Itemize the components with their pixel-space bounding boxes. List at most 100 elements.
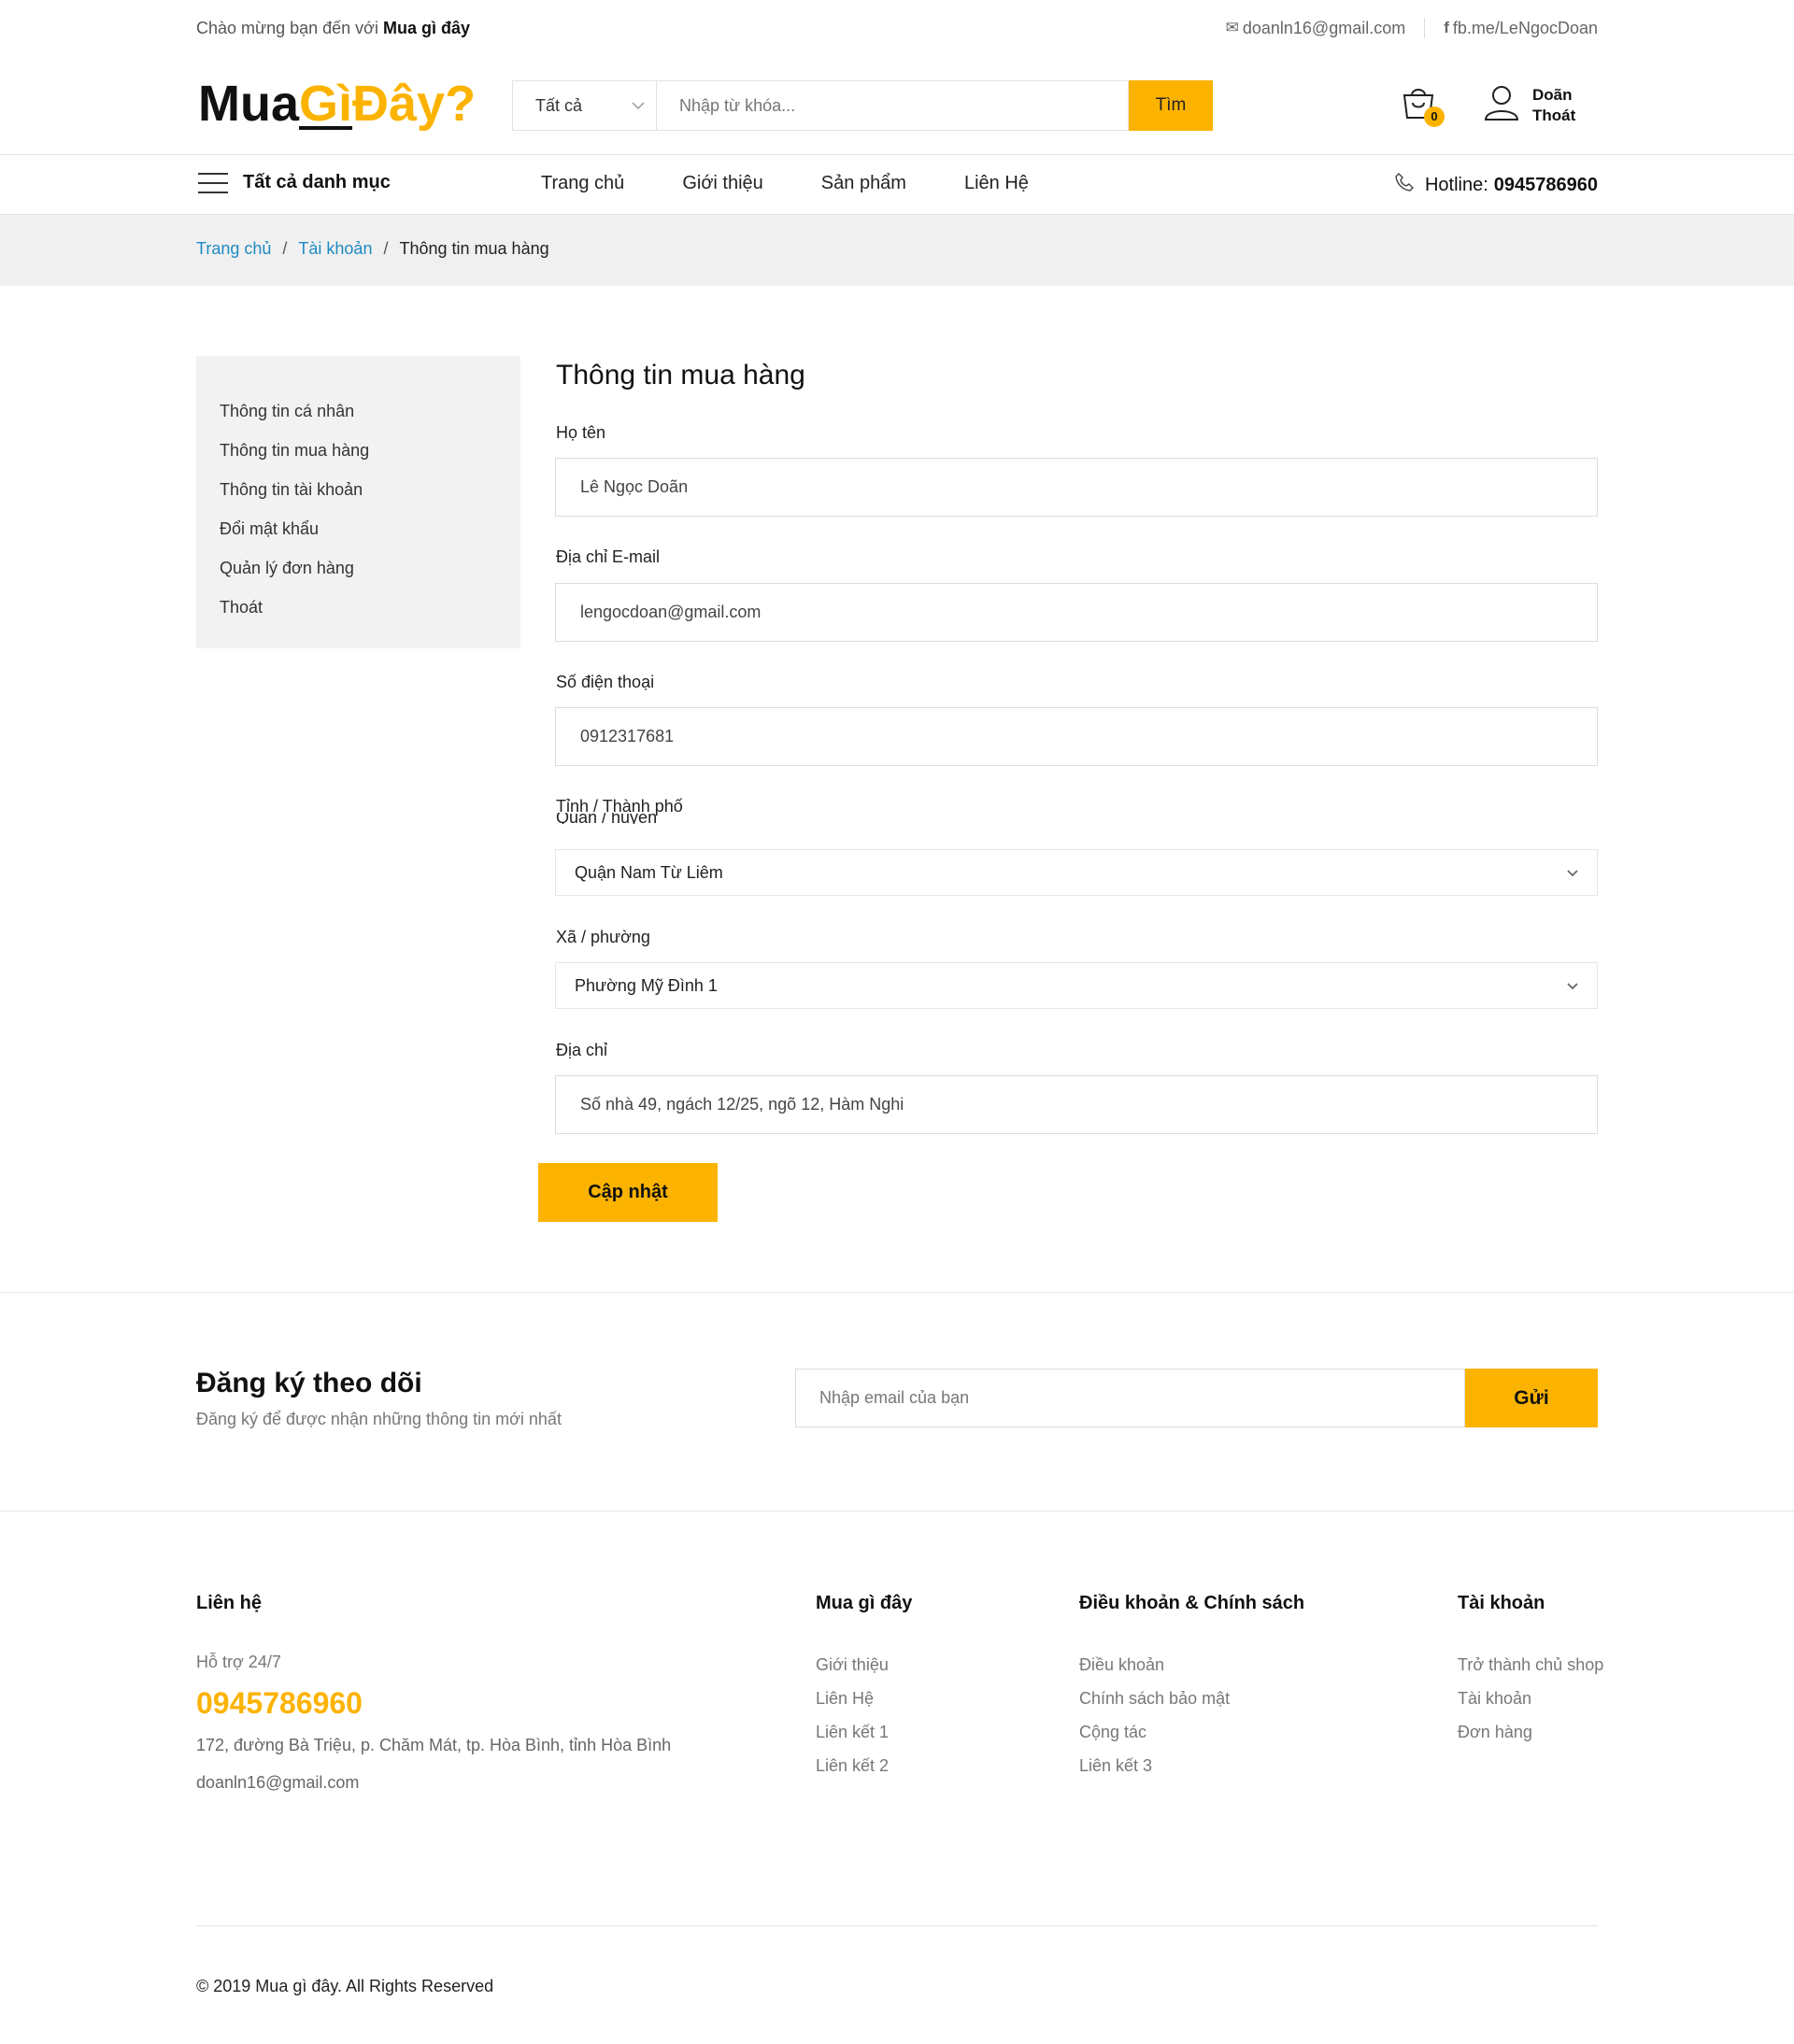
top-contacts: ✉ doanln16@gmail.com f fb.me/LeNgocDoan (1226, 18, 1598, 38)
name-field[interactable]: Lê Ngọc Doãn (555, 458, 1598, 517)
search-category-value: Tất cả (535, 95, 583, 115)
breadcrumb-home[interactable]: Trang chủ (196, 239, 271, 259)
nav-item-products[interactable]: Sản phẩm (821, 173, 906, 194)
district-label: Quận / huyện (556, 813, 658, 824)
address-label: Địa chỉ (556, 1041, 608, 1059)
all-categories-label: Tất cả danh mục (243, 172, 391, 192)
address-field[interactable]: Số nhà 49, ngách 12/25, ngõ 12, Hàm Nghi (555, 1075, 1598, 1134)
phone-label: Số điện thoại (556, 673, 655, 691)
district-select[interactable]: Quận Nam Từ Liêm (555, 849, 1598, 896)
sidebar-item-orders[interactable]: Quản lý đơn hàng (220, 548, 520, 588)
breadcrumb-current: Thông tin mua hàng (399, 239, 549, 258)
envelope-icon: ✉ (1225, 19, 1239, 36)
top-email-link[interactable]: doanln16@gmail.com (1243, 19, 1405, 38)
footer-col1-list: Giới thiệu Liên Hệ Liên kết 1 Liên kết 2 (816, 1655, 889, 1790)
footer-contact-heading: Liên hệ (196, 1593, 263, 1613)
logo-part-gi: Gì (299, 76, 353, 132)
chevron-down-icon (1567, 978, 1578, 993)
search-input[interactable] (656, 80, 1129, 131)
breadcrumb: Trang chủ / Tài khoản / Thông tin mua hà… (196, 239, 549, 259)
top-bar: Chào mừng bạn đến với Mua gì đây ✉ doanl… (0, 0, 1794, 58)
hotline: Hotline: 0945786960 (1395, 173, 1598, 197)
name-label: Họ tên (556, 423, 606, 442)
user-menu[interactable]: Doãn Thoát (1484, 84, 1575, 126)
chevron-down-icon (1567, 865, 1578, 880)
footer-support: Hỗ trợ 24/7 (196, 1653, 281, 1671)
header: MuaGìĐây? Tất cả Tìm 0 (0, 58, 1794, 155)
hotline-number[interactable]: 0945786960 (1494, 175, 1598, 196)
breadcrumb-account[interactable]: Tài khoản (298, 239, 372, 259)
sidebar-item-logout[interactable]: Thoát (220, 588, 520, 627)
facebook-icon: f (1444, 19, 1449, 36)
search-button[interactable]: Tìm (1129, 80, 1213, 131)
sidebar-item-purchase-info[interactable]: Thông tin mua hàng (220, 431, 520, 470)
footer-phone[interactable]: 0945786960 (196, 1686, 363, 1721)
divider (0, 1511, 1794, 1512)
ward-select[interactable]: Phường Mỹ Đình 1 (555, 962, 1598, 1009)
footer-col3-heading: Tài khoản (1458, 1593, 1545, 1613)
hotline-label: Hotline: (1424, 174, 1488, 195)
ward-label: Xã / phường (556, 928, 650, 946)
footer-col2-list: Điều khoản Chính sách bảo mật Cộng tác L… (1079, 1655, 1230, 1790)
update-button[interactable]: Cập nhật (538, 1163, 718, 1222)
breadcrumb-separator: / (383, 239, 389, 258)
cart-button[interactable]: 0 (1400, 84, 1445, 127)
footer-col3-list: Trở thành chủ shop Tài khoản Đơn hàng (1458, 1655, 1603, 1756)
welcome-brand: Mua gì đây (382, 19, 470, 37)
divider (196, 1925, 1598, 1926)
user-name[interactable]: Doãn (1532, 85, 1575, 106)
footer-link-1[interactable]: Liên kết 1 (816, 1723, 889, 1756)
subscribe-email-input[interactable]: Nhập email của bạn (795, 1369, 1465, 1427)
footer-link-privacy[interactable]: Chính sách bảo mật (1079, 1689, 1230, 1723)
chevron-down-icon (632, 98, 645, 113)
ward-value: Phường Mỹ Đình 1 (575, 975, 718, 995)
email-field[interactable]: lengocdoan@gmail.com (555, 583, 1598, 642)
breadcrumb-bar: Trang chủ / Tài khoản / Thông tin mua hà… (0, 215, 1794, 286)
logo[interactable]: MuaGìĐây? (198, 75, 476, 133)
email-label: Địa chỉ E-mail (556, 547, 661, 566)
user-icon (1484, 84, 1519, 126)
footer-link-terms[interactable]: Điều khoản (1079, 1655, 1230, 1689)
footer-col2-heading: Điều khoản & Chính sách (1079, 1593, 1305, 1613)
page-title: Thông tin mua hàng (556, 360, 805, 390)
account-sidebar: Thông tin cá nhân Thông tin mua hàng Thô… (196, 356, 520, 648)
footer-link-3[interactable]: Liên kết 3 (1079, 1756, 1230, 1790)
divider (1424, 18, 1426, 38)
main-nav: Tất cả danh mục Trang chủ Giới thiệu Sản… (0, 155, 1794, 215)
logo-part-mua: Mua (198, 76, 299, 132)
phone-field[interactable]: 0912317681 (555, 707, 1598, 766)
nav-item-contact[interactable]: Liên Hệ (964, 173, 1029, 194)
divider (0, 1292, 1794, 1293)
subscribe-description: Đăng ký để được nhận những thông tin mới… (196, 1410, 562, 1428)
facebook-link[interactable]: fb.me/LeNgocDoan (1453, 19, 1598, 38)
footer-link-account[interactable]: Tài khoản (1458, 1689, 1603, 1723)
sidebar-item-personal-info[interactable]: Thông tin cá nhân (220, 391, 520, 431)
nav-item-about[interactable]: Giới thiệu (682, 173, 762, 194)
footer-link-orders[interactable]: Đơn hàng (1458, 1723, 1603, 1756)
cart-count-badge: 0 (1424, 106, 1445, 127)
sidebar-item-change-password[interactable]: Đổi mật khẩu (220, 509, 520, 548)
footer-link-collaborate[interactable]: Cộng tác (1079, 1723, 1230, 1756)
logo-part-day: Đây? (352, 76, 477, 132)
subscribe-title: Đăng ký theo dõi (196, 1368, 422, 1398)
footer-link-become-shop[interactable]: Trở thành chủ shop (1458, 1655, 1603, 1689)
logout-link[interactable]: Thoát (1532, 106, 1575, 126)
footer-link-contact[interactable]: Liên Hệ (816, 1689, 889, 1723)
footer-email[interactable]: doanln16@gmail.com (196, 1773, 359, 1793)
all-categories-button[interactable]: Tất cả danh mục (198, 172, 391, 193)
sidebar-item-account-info[interactable]: Thông tin tài khoản (220, 470, 520, 509)
welcome-text: Chào mừng bạn đến với Mua gì đây (196, 19, 470, 38)
nav-item-home[interactable]: Trang chủ (541, 173, 624, 194)
user-names: Doãn Thoát (1532, 85, 1575, 126)
breadcrumb-separator: / (282, 239, 288, 258)
welcome-prefix: Chào mừng bạn đến với (196, 19, 378, 37)
footer-col1-heading: Mua gì đây (816, 1593, 913, 1613)
subscribe-button[interactable]: Gửi (1465, 1369, 1598, 1427)
footer-link-about[interactable]: Giới thiệu (816, 1655, 889, 1689)
phone-icon (1395, 173, 1414, 197)
footer-link-2[interactable]: Liên kết 2 (816, 1756, 889, 1790)
hamburger-icon (198, 172, 228, 193)
nav-menu: Trang chủ Giới thiệu Sản phẩm Liên Hệ (541, 173, 1087, 194)
search-bar: Tất cả Tìm (512, 80, 1213, 131)
search-category-select[interactable]: Tất cả (512, 80, 656, 131)
